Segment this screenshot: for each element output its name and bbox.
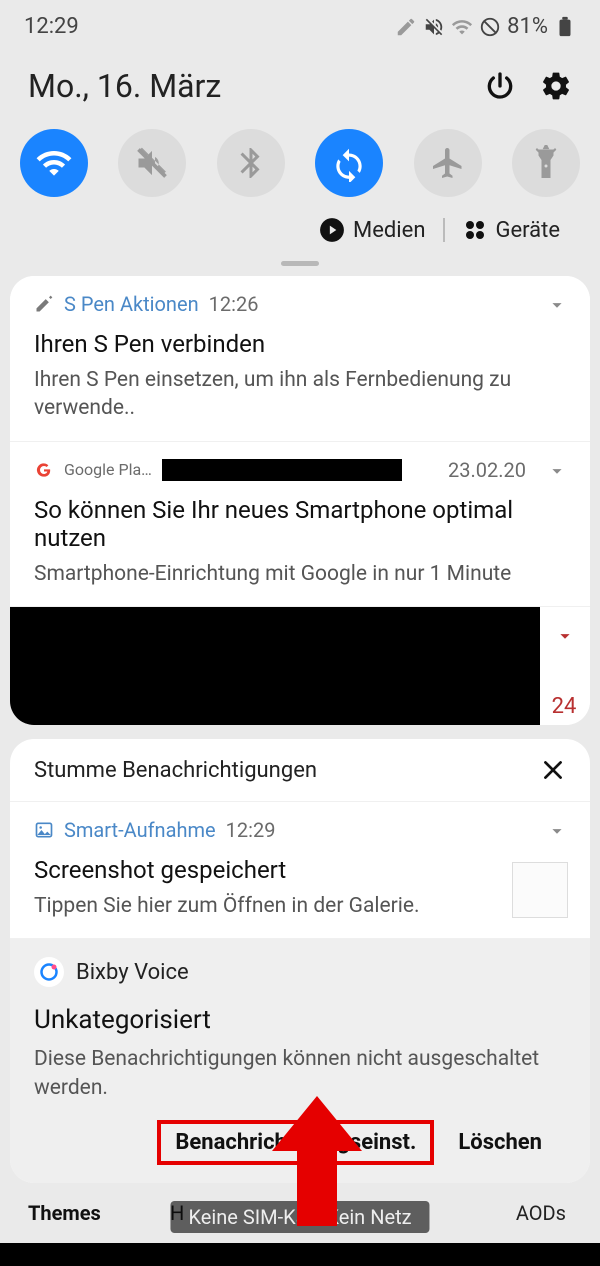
notification-spen[interactable]: S Pen Aktionen 12:26 Ihren S Pen verbind…: [10, 276, 590, 442]
notif-title: Unkategorisiert: [34, 1005, 566, 1035]
silent-panel: Stumme Benachrichtigungen Smart-Aufnahme…: [10, 739, 590, 1183]
close-icon[interactable]: [540, 757, 566, 783]
spen-icon: [34, 294, 54, 314]
chevron-down-icon[interactable]: [546, 294, 568, 316]
qs-rotate[interactable]: [315, 129, 383, 197]
behind-aods: AODs: [516, 1201, 566, 1225]
net-status: Kein Netz: [326, 1205, 411, 1229]
chevron-down-icon[interactable]: [546, 820, 568, 842]
media-button[interactable]: Medien: [319, 217, 425, 243]
pencil-icon: [395, 16, 417, 38]
notification-smart-capture[interactable]: Smart-Aufnahme 12:29 Screenshot gespeich…: [10, 802, 590, 939]
qs-wifi[interactable]: [20, 129, 88, 197]
notif-title: Ihren S Pen verbinden: [34, 330, 566, 358]
notif-title: So können Sie Ihr neues Smartphone optim…: [34, 496, 566, 552]
clear-all-button[interactable]: Löschen: [458, 1130, 542, 1155]
status-bar: 12:29 81%: [0, 0, 600, 47]
nav-back[interactable]: [485, 1262, 515, 1266]
wifi-status-icon: [451, 16, 473, 38]
clock: 12:29: [24, 14, 79, 39]
notif-time: 12:29: [226, 818, 276, 842]
date-label[interactable]: Mo., 16. März: [28, 67, 221, 105]
notification-settings-button[interactable]: Benachrichtigungseinst.: [157, 1120, 434, 1165]
notif-app: S Pen Aktionen: [64, 292, 199, 316]
mute-icon: [423, 16, 445, 38]
flashlight-icon: [528, 145, 564, 181]
chevron-down-icon[interactable]: [554, 625, 576, 647]
airplane-icon: [430, 145, 466, 181]
qs-airplane[interactable]: [414, 129, 482, 197]
screenshot-thumbnail[interactable]: [512, 862, 568, 918]
date-row: Mo., 16. März: [0, 47, 600, 113]
media-label: Medien: [353, 218, 425, 243]
redacted-content: [10, 607, 540, 725]
navigation-bar: [0, 1243, 600, 1266]
power-icon[interactable]: [484, 70, 516, 102]
qs-flashlight[interactable]: [512, 129, 580, 197]
notif-app: Google Pla…: [64, 460, 152, 479]
battery-percent: 81%: [507, 14, 548, 39]
notif-body: Smartphone-Einrichtung mit Google in nur…: [34, 560, 566, 588]
sim-status: Keine SIM-Ka: [188, 1205, 306, 1229]
devices-label: Geräte: [495, 218, 560, 243]
qs-sound[interactable]: [118, 129, 186, 197]
notif-app: Smart-Aufnahme: [64, 818, 216, 842]
silent-header-label: Stumme Benachrichtigungen: [34, 758, 317, 783]
panel-actions: Benachrichtigungseinst. Löschen: [34, 1102, 566, 1183]
notif-time: 12:26: [209, 292, 259, 316]
media-devices-row: Medien Geräte: [0, 207, 600, 253]
grid-icon: [463, 218, 487, 242]
bixby-icon: [34, 957, 64, 987]
notification-bixby[interactable]: Bixby Voice Unkategorisiert Diese Benach…: [10, 939, 590, 1183]
background-app-row: Themes H AODs Keine SIM-Ka Kein Netz: [10, 1193, 590, 1243]
redacted-bar: [162, 459, 402, 481]
bluetooth-icon: [233, 145, 269, 181]
sound-mute-icon: [134, 145, 170, 181]
auto-rotate-icon: [330, 144, 368, 182]
qs-bluetooth[interactable]: [217, 129, 285, 197]
notif-title: Screenshot gespeichert: [34, 856, 566, 884]
image-icon: [34, 820, 54, 840]
devices-button[interactable]: Geräte: [463, 218, 560, 243]
notif-body: Diese Benachrichtigungen können nicht au…: [34, 1045, 566, 1102]
silent-header: Stumme Benachrichtigungen: [10, 739, 590, 802]
notification-panel: S Pen Aktionen 12:26 Ihren S Pen verbind…: [10, 276, 590, 725]
divider: [443, 218, 445, 242]
status-icons: 81%: [395, 14, 576, 39]
nav-recents[interactable]: [85, 1262, 115, 1266]
battery-icon: [554, 16, 576, 38]
panel-grip[interactable]: [281, 261, 319, 266]
no-sign-icon: [479, 16, 501, 38]
quick-settings-row: [0, 113, 600, 207]
google-icon: [34, 460, 54, 480]
notif-body: Tippen Sie hier zum Öffnen in der Galeri…: [34, 892, 566, 920]
play-circle-icon: [319, 217, 345, 243]
notif-count: 24: [552, 694, 579, 719]
notif-app: Bixby Voice: [76, 960, 189, 985]
notif-body: Ihren S Pen einsetzen, um ihn als Fernbe…: [34, 366, 566, 423]
notification-redacted[interactable]: 24: [10, 607, 590, 725]
nav-home[interactable]: [285, 1262, 315, 1266]
wifi-icon: [35, 144, 73, 182]
chevron-down-icon[interactable]: [546, 460, 568, 482]
notification-google[interactable]: Google Pla… 23.02.20 So können Sie Ihr n…: [10, 442, 590, 607]
gear-icon[interactable]: [540, 70, 572, 102]
behind-themes: Themes: [28, 1201, 101, 1225]
notif-date: 23.02.20: [448, 458, 526, 482]
